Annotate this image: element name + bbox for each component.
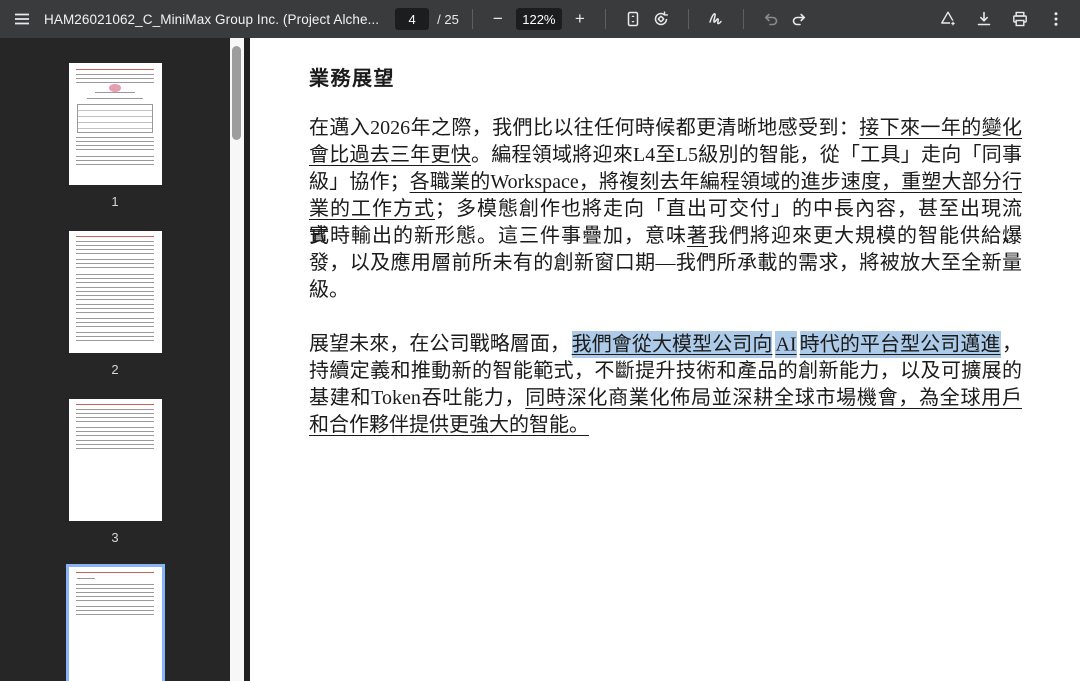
text-segment: 接下來一年的變化 bbox=[859, 117, 1022, 139]
thumbnail-decoration bbox=[76, 606, 154, 618]
pdf-page-view[interactable]: 業務展望 在邁入2026年之際，我們比以往任何時候都更清晰地感受到：接下來一年的… bbox=[250, 38, 1080, 681]
toolbar-divider bbox=[688, 9, 689, 29]
page-thumbnail-3[interactable] bbox=[69, 399, 162, 521]
text-segment: 持續定義和推動新的智能範式，不斷提升技術和產品的創新能力，以及可擴展的 bbox=[309, 360, 1022, 382]
text-segment: 。編程領域將迎來L4至L5級別的智能，從「工具」走向「同事 bbox=[471, 144, 1022, 166]
thumbnail-page-number: 3 bbox=[69, 530, 162, 545]
drive-add-icon[interactable] bbox=[934, 5, 962, 33]
thumbnail-decoration bbox=[76, 137, 154, 153]
annotate-icon[interactable] bbox=[702, 5, 730, 33]
zoom-level-field[interactable]: 122% bbox=[516, 8, 562, 30]
toolbar-divider bbox=[472, 9, 473, 29]
redo-icon[interactable] bbox=[785, 5, 813, 33]
text-segment: 業的工作方式 bbox=[309, 198, 435, 220]
paragraph: 展望未來，在公司戰略層面，我們會從大模型公司向AI時代的平台型公司邁進，持續定義… bbox=[309, 331, 1022, 439]
thumbnail-decoration bbox=[76, 404, 154, 405]
thumbnail-decoration bbox=[76, 259, 154, 271]
text-segment: 在邁入2026年之際，我們比以往任何時候都更清晰地感受到： bbox=[309, 117, 859, 139]
thumbnail-decoration bbox=[77, 578, 95, 580]
thumbnail-decoration bbox=[109, 84, 121, 92]
more-vertical-icon[interactable] bbox=[1042, 5, 1070, 33]
download-icon[interactable] bbox=[970, 5, 998, 33]
thumbnail-decoration bbox=[95, 92, 136, 94]
thumbnail-decoration bbox=[76, 241, 154, 257]
thumbnail-decoration bbox=[76, 274, 154, 285]
paragraph: 在邁入2026年之際，我們比以往任何時候都更清晰地感受到：接下來一年的變化會比過… bbox=[309, 115, 1022, 304]
text-segment: 著 bbox=[687, 225, 708, 247]
text-segment: 基建和Token吞吐能力， bbox=[309, 387, 525, 409]
text-segment: ， bbox=[1002, 333, 1022, 355]
thumbnail-decoration bbox=[87, 98, 143, 100]
text-segment: 各職業的Workspace，將複刻去年編程領域的進步速度，重塑大部分行 bbox=[410, 171, 1022, 193]
text-segment: 實時輸出的新形態。這三件事疊加，意味 bbox=[309, 225, 687, 247]
rotate-icon[interactable] bbox=[647, 5, 675, 33]
text-line: 展望未來，在公司戰略層面，我們會從大模型公司向AI時代的平台型公司邁進， bbox=[309, 331, 1022, 358]
undo-icon[interactable] bbox=[757, 5, 785, 33]
text-segment: 和合作夥伴提供更強大的智能。 bbox=[309, 414, 589, 436]
text-segment: 級。 bbox=[309, 279, 349, 301]
thumbnail-decoration bbox=[76, 156, 154, 167]
thumbnail-decoration bbox=[76, 440, 154, 449]
highlighted-text: 我們會從大模型公司向 bbox=[572, 331, 773, 358]
page-thumbnail-4[interactable] bbox=[69, 567, 162, 681]
page-number-input[interactable]: 4 bbox=[395, 8, 429, 30]
sidebar-scrollbar[interactable] bbox=[230, 38, 244, 681]
thumbnail-decoration bbox=[76, 287, 154, 302]
toolbar-divider bbox=[605, 9, 606, 29]
thumbnail-decoration bbox=[76, 584, 154, 602]
pdf-viewer-app: HAM26021062_C_MiniMax Group Inc. (Projec… bbox=[0, 0, 1080, 681]
pdf-page: 業務展望 在邁入2026年之際，我們比以往任何時候都更清晰地感受到：接下來一年的… bbox=[250, 38, 1022, 439]
fit-page-icon[interactable] bbox=[619, 5, 647, 33]
text-segment: 會比過去三年更快 bbox=[309, 144, 471, 166]
thumbnail-decoration bbox=[77, 104, 153, 132]
thumbnail-sidebar: 1 2 3 4 bbox=[0, 38, 230, 681]
highlighted-text: AI bbox=[775, 331, 796, 358]
highlighted-text: 時代的平台型公司邁進 bbox=[800, 331, 1001, 358]
text-line: 會比過去三年更快。編程領域將迎來L4至L5級別的智能，從「工具」走向「同事 bbox=[309, 142, 1022, 169]
toolbar-right-actions bbox=[934, 5, 1070, 33]
scrollbar-thumb[interactable] bbox=[232, 46, 241, 140]
text-line: 發，以及應用層前所未有的創新窗口期—我們所承載的需求，將被放大至全新量 bbox=[309, 250, 1022, 277]
thumbnail-decoration bbox=[76, 304, 154, 315]
text-line: 實時輸出的新形態。這三件事疊加，意味著我們將迎來更大規模的智能供給爆 bbox=[309, 223, 1022, 250]
zoom-in-button[interactable]: + bbox=[568, 7, 592, 31]
page-thumbnail-2[interactable] bbox=[69, 231, 162, 353]
zoom-out-button[interactable]: − bbox=[486, 7, 510, 31]
thumbnail-decoration bbox=[76, 332, 154, 344]
text-line: 基建和Token吞吐能力，同時深化商業化佈局並深耕全球市場機會，為全球用戶 bbox=[309, 385, 1022, 412]
text-line: 和合作夥伴提供更強大的智能。 bbox=[309, 412, 1022, 439]
section-heading: 業務展望 bbox=[309, 66, 1022, 93]
text-segment: 同時深化商業化佈局並深耕全球市場機會，為全球用戶 bbox=[525, 387, 1022, 409]
thumbnail-item: 2 bbox=[69, 231, 162, 377]
thumbnail-decoration bbox=[76, 318, 154, 330]
thumbnail-item: 1 bbox=[69, 38, 162, 209]
thumbnail-decoration bbox=[76, 69, 154, 70]
pdf-toolbar: HAM26021062_C_MiniMax Group Inc. (Projec… bbox=[0, 0, 1080, 38]
text-segment: 級」協作； bbox=[309, 171, 410, 193]
thumbnail-page-number: 2 bbox=[69, 362, 162, 377]
thumbnail-item: 4 bbox=[69, 567, 162, 681]
page-navigation: 4 / 25 bbox=[395, 8, 459, 30]
page-thumbnail-1[interactable] bbox=[69, 63, 162, 185]
thumbnail-decoration bbox=[76, 427, 154, 438]
text-line: 業的工作方式；多模態創作也將走向「直出可交付」的中長內容，甚至出現流式、 bbox=[309, 196, 1022, 223]
thumbnail-decoration bbox=[76, 409, 154, 425]
text-segment: 我們將迎來更大規模的智能供給爆 bbox=[708, 225, 1022, 247]
print-icon[interactable] bbox=[1006, 5, 1034, 33]
text-line: 在邁入2026年之際，我們比以往任何時候都更清晰地感受到：接下來一年的變化 bbox=[309, 115, 1022, 142]
text-line: 級」協作；各職業的Workspace，將複刻去年編程領域的進步速度，重塑大部分行 bbox=[309, 169, 1022, 196]
menu-icon[interactable] bbox=[8, 5, 36, 33]
thumbnail-decoration bbox=[76, 572, 154, 573]
text-line: 級。 bbox=[309, 277, 1022, 304]
thumbnail-decoration bbox=[76, 74, 154, 83]
thumbnail-decoration bbox=[76, 236, 154, 237]
text-segment: 發，以及應用層前所未有的創新窗口期—我們所承載的需求，將被放大至全新量 bbox=[309, 252, 1022, 274]
text-line: 持續定義和推動新的智能範式，不斷提升技術和產品的創新能力，以及可擴展的 bbox=[309, 358, 1022, 385]
document-title: HAM26021062_C_MiniMax Group Inc. (Projec… bbox=[44, 12, 379, 27]
toolbar-divider bbox=[743, 9, 744, 29]
text-segment: 展望未來，在公司戰略層面， bbox=[309, 333, 570, 355]
thumbnail-page-number: 1 bbox=[69, 194, 162, 209]
page-total-label: / 25 bbox=[437, 12, 459, 27]
thumbnail-item: 3 bbox=[69, 399, 162, 545]
